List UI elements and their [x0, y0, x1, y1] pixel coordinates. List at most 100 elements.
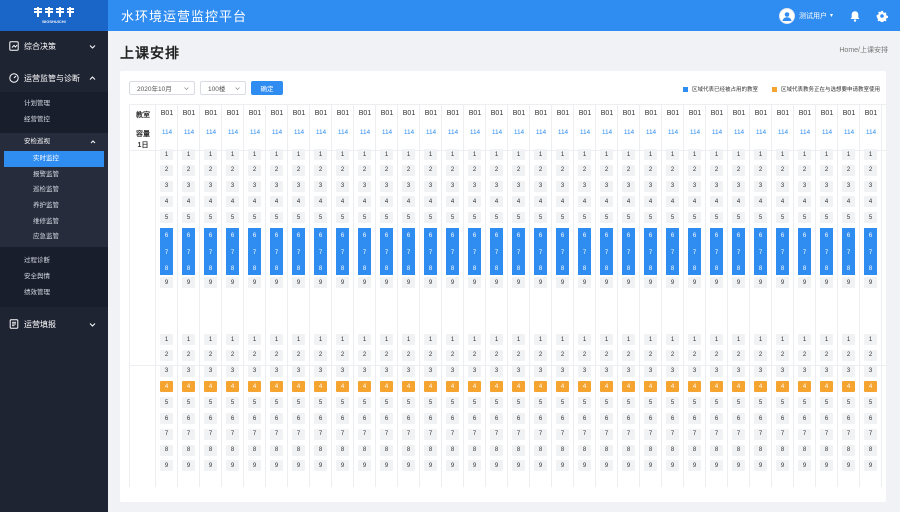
time-slot[interactable]: 6: [842, 413, 855, 424]
time-slot[interactable]: 6: [490, 413, 503, 424]
time-slot[interactable]: 8: [534, 444, 547, 456]
time-slot[interactable]: 4: [336, 381, 349, 393]
time-slot[interactable]: 7: [754, 247, 767, 259]
time-slot[interactable]: 4: [842, 196, 855, 208]
time-slot[interactable]: 9: [622, 460, 635, 472]
time-slot[interactable]: 3: [754, 365, 767, 377]
sidebar-item-emergency[interactable]: 应急监管: [0, 229, 108, 245]
time-slot[interactable]: 4: [160, 381, 173, 393]
time-slot[interactable]: 1: [292, 334, 305, 345]
time-slot[interactable]: 4: [490, 196, 503, 208]
time-slot[interactable]: 6: [424, 413, 437, 424]
time-slot[interactable]: 4: [270, 381, 283, 393]
time-slot[interactable]: 2: [754, 349, 767, 361]
time-slot[interactable]: 8: [248, 263, 261, 275]
time-slot[interactable]: 8: [270, 263, 283, 275]
time-slot[interactable]: 9: [732, 277, 745, 289]
time-slot[interactable]: 5: [644, 397, 657, 409]
time-slot[interactable]: 2: [402, 349, 415, 361]
time-slot[interactable]: 7: [226, 428, 239, 440]
time-slot[interactable]: 2: [358, 349, 371, 361]
time-slot[interactable]: 6: [798, 413, 811, 424]
time-slot[interactable]: 4: [490, 381, 503, 393]
building-select[interactable]: 100楼: [200, 81, 246, 95]
time-slot[interactable]: 1: [314, 149, 327, 160]
time-slot[interactable]: 1: [842, 149, 855, 160]
time-slot[interactable]: 9: [292, 277, 305, 289]
time-slot[interactable]: 2: [600, 164, 613, 176]
time-slot[interactable]: 7: [446, 247, 459, 259]
time-slot[interactable]: 4: [468, 381, 481, 393]
time-slot[interactable]: 3: [820, 180, 833, 192]
time-slot[interactable]: 4: [644, 196, 657, 208]
time-slot[interactable]: 6: [248, 413, 261, 424]
time-slot[interactable]: 9: [380, 277, 393, 289]
time-slot[interactable]: 2: [358, 164, 371, 176]
time-slot[interactable]: 6: [710, 413, 723, 424]
time-slot[interactable]: 3: [556, 180, 569, 192]
time-slot[interactable]: 7: [336, 428, 349, 440]
time-slot[interactable]: 3: [512, 180, 525, 192]
time-slot[interactable]: 1: [446, 334, 459, 345]
time-slot[interactable]: 3: [380, 365, 393, 377]
time-slot[interactable]: 7: [358, 247, 371, 259]
time-slot[interactable]: 7: [358, 428, 371, 440]
time-slot[interactable]: 4: [798, 381, 811, 393]
time-slot[interactable]: 7: [270, 247, 283, 259]
time-slot[interactable]: 8: [622, 444, 635, 456]
time-slot[interactable]: 3: [358, 180, 371, 192]
time-slot[interactable]: 3: [688, 365, 701, 377]
time-slot[interactable]: 4: [798, 196, 811, 208]
time-slot[interactable]: 7: [292, 428, 305, 440]
time-slot[interactable]: 4: [314, 196, 327, 208]
time-slot[interactable]: 6: [314, 413, 327, 424]
time-slot[interactable]: 7: [820, 247, 833, 259]
time-slot[interactable]: 6: [380, 413, 393, 424]
time-slot[interactable]: 2: [864, 349, 877, 361]
time-slot[interactable]: 9: [864, 460, 877, 472]
time-slot[interactable]: 9: [534, 460, 547, 472]
time-slot[interactable]: 4: [424, 196, 437, 208]
time-slot[interactable]: 3: [446, 180, 459, 192]
time-slot[interactable]: 2: [776, 349, 789, 361]
time-slot[interactable]: 6: [204, 413, 217, 424]
time-slot[interactable]: 8: [424, 263, 437, 275]
time-slot[interactable]: 2: [798, 349, 811, 361]
time-slot[interactable]: 9: [622, 277, 635, 289]
time-slot[interactable]: 2: [688, 349, 701, 361]
time-slot[interactable]: 6: [556, 230, 569, 241]
time-slot[interactable]: 8: [358, 263, 371, 275]
time-slot[interactable]: 4: [512, 196, 525, 208]
time-slot[interactable]: 4: [578, 381, 591, 393]
time-slot[interactable]: 8: [754, 263, 767, 275]
time-slot[interactable]: 7: [600, 247, 613, 259]
time-slot[interactable]: 7: [424, 428, 437, 440]
time-slot[interactable]: 8: [842, 263, 855, 275]
time-slot[interactable]: 5: [358, 397, 371, 409]
time-slot[interactable]: 9: [424, 460, 437, 472]
time-slot[interactable]: 6: [512, 413, 525, 424]
time-slot[interactable]: 9: [820, 460, 833, 472]
time-slot[interactable]: 8: [204, 263, 217, 275]
time-slot[interactable]: 7: [820, 428, 833, 440]
time-slot[interactable]: 6: [424, 230, 437, 241]
time-slot[interactable]: 9: [182, 277, 195, 289]
time-slot[interactable]: 7: [204, 428, 217, 440]
time-slot[interactable]: 1: [160, 149, 173, 160]
time-slot[interactable]: 9: [468, 460, 481, 472]
time-slot[interactable]: 5: [666, 397, 679, 409]
time-slot[interactable]: 2: [204, 349, 217, 361]
time-slot[interactable]: 3: [358, 365, 371, 377]
time-slot[interactable]: 9: [314, 460, 327, 472]
time-slot[interactable]: 4: [446, 381, 459, 393]
time-slot[interactable]: 1: [622, 334, 635, 345]
time-slot[interactable]: 7: [798, 428, 811, 440]
time-slot[interactable]: 4: [776, 196, 789, 208]
time-slot[interactable]: 9: [776, 277, 789, 289]
time-slot[interactable]: 8: [688, 263, 701, 275]
time-slot[interactable]: 6: [798, 230, 811, 241]
time-slot[interactable]: 6: [578, 413, 591, 424]
time-slot[interactable]: 4: [644, 381, 657, 393]
time-slot[interactable]: 8: [600, 444, 613, 456]
time-slot[interactable]: 2: [732, 349, 745, 361]
